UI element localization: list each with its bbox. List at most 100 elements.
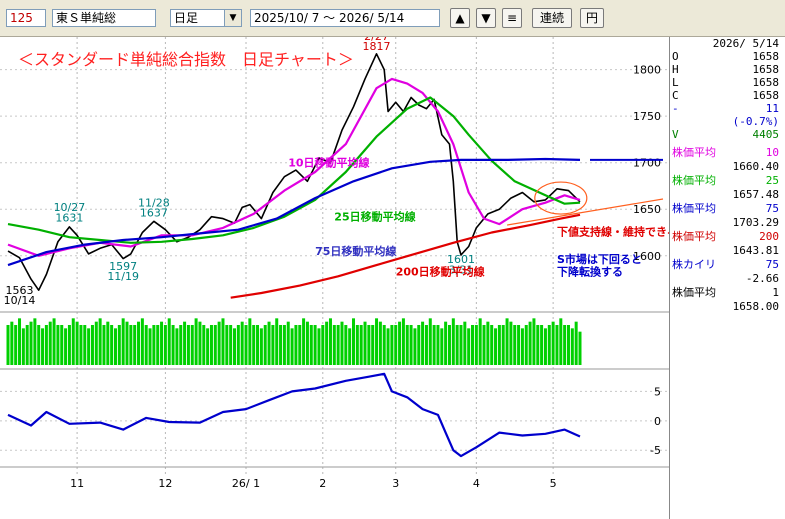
indicator-3-value-value: 1643.81	[732, 244, 779, 257]
volume-bar	[355, 325, 359, 365]
indicator-3-value: 1643.81	[670, 244, 785, 257]
volume-bar	[217, 321, 221, 365]
annotation-12: 10日移動平均線	[288, 155, 369, 169]
dev-tick--5: -5	[650, 444, 661, 457]
volume-bar	[33, 318, 37, 365]
menu-button[interactable]: ≡	[502, 8, 522, 28]
volume-bar	[574, 321, 578, 365]
date-range-field[interactable]: 2025/10/ 7 〜 2026/ 5/14	[250, 9, 440, 27]
volume-bar	[267, 321, 271, 365]
volume-bar	[570, 328, 574, 365]
toolbar: 125 東Ｓ単純総 日足 ▼ 2025/10/ 7 〜 2026/ 5/14 ▲…	[0, 0, 785, 37]
annotation-5: 1637	[140, 207, 168, 220]
volume-bar	[505, 318, 509, 365]
volume-bar	[463, 321, 467, 365]
annotation-17: S市場は下回ると	[557, 252, 642, 266]
volume-bar	[509, 321, 513, 365]
series-line-4	[230, 213, 581, 299]
volume-bar	[67, 325, 71, 365]
volume-bar	[494, 328, 498, 365]
continuous-button[interactable]: 連続	[532, 8, 572, 28]
indicator-5-value: 1658.00	[670, 300, 785, 313]
indicator-5-label: 株価平均	[672, 286, 716, 299]
period-select[interactable]: 日足 ▼	[170, 9, 242, 27]
y-tick-1750: 1750	[633, 110, 661, 123]
volume-bar	[225, 325, 229, 365]
scroll-up-button[interactable]: ▲	[450, 8, 470, 28]
volume-bar	[378, 321, 382, 365]
indicator-4-value: -2.66	[670, 272, 785, 285]
volume-bar	[305, 321, 309, 365]
volume-bar	[321, 325, 325, 365]
volume-bar	[566, 325, 570, 365]
indicator-4-value: 75	[765, 258, 779, 271]
panel-volume-value: 4405	[752, 128, 780, 141]
volume-bar	[348, 328, 352, 365]
yen-button[interactable]: 円	[580, 8, 604, 28]
volume-bar	[578, 331, 582, 365]
volume-bar	[313, 325, 317, 365]
volume-bar	[309, 325, 313, 365]
volume-bar	[125, 321, 129, 365]
volume-bar	[56, 325, 60, 365]
volume-bar	[156, 325, 160, 365]
volume-bar	[467, 328, 471, 365]
annotation-3: 1631	[55, 211, 83, 224]
volume-bar	[520, 328, 524, 365]
volume-bar	[10, 321, 14, 365]
volume-bar	[171, 325, 175, 365]
volume-bar	[536, 325, 540, 365]
volume-bar	[90, 325, 94, 365]
indicator-3-value: 200	[759, 230, 779, 243]
indicator-4: 株カイリ 75	[670, 257, 785, 272]
volume-bar	[302, 318, 306, 365]
volume-bar	[440, 328, 444, 365]
y-tick-1700: 1700	[633, 157, 661, 170]
volume-bar	[160, 321, 164, 365]
panel-o-value: 1658	[752, 50, 780, 63]
volume-bar	[41, 328, 45, 365]
volume-bar	[113, 328, 117, 365]
panel-c-label: C	[672, 89, 679, 102]
volume-bar	[336, 325, 340, 365]
indicator-4-label: 株カイリ	[672, 258, 716, 271]
volume-bar	[21, 328, 25, 365]
indicator-5-value-value: 1658.00	[732, 300, 779, 313]
panel-change-label: -	[672, 102, 679, 115]
indicator-1-value: 1657.48	[670, 188, 785, 201]
panel-change-value: 11	[765, 102, 779, 115]
volume-bar	[102, 325, 106, 365]
triangle-up-icon: ▲	[455, 11, 465, 25]
volume-bar	[256, 325, 260, 365]
name-field[interactable]: 東Ｓ単純総	[52, 9, 156, 27]
indicator-1-label: 株価平均	[672, 174, 716, 187]
chart-area[interactable]: 1600 1650 1700 1750 1800 5 0 -5 ＜スタンダード単純総合指数 日足…	[0, 37, 670, 519]
volume-bar	[490, 325, 494, 365]
annotation-18: 下降転換する	[557, 264, 623, 278]
indicator-1-value-value: 1657.48	[732, 188, 779, 201]
volume-bar	[344, 325, 348, 365]
volume-bar	[179, 325, 183, 365]
volume-bar	[394, 325, 398, 365]
volume-bar	[18, 318, 22, 365]
volume-bar	[14, 325, 18, 365]
volume-bar	[432, 325, 436, 365]
scroll-down-button[interactable]: ▼	[476, 8, 496, 28]
volume-bar	[252, 325, 256, 365]
volume-bar	[263, 325, 267, 365]
volume-bar	[275, 318, 279, 365]
panel-h-label: H	[672, 63, 679, 76]
volume-bar	[543, 328, 547, 365]
volume-bar	[60, 325, 64, 365]
panel-o-label: O	[672, 50, 679, 63]
volume-bar	[229, 325, 233, 365]
code-field[interactable]: 125	[6, 9, 46, 27]
volume-bar	[482, 325, 486, 365]
volume-bar	[382, 325, 386, 365]
volume-bar	[98, 318, 102, 365]
volume-bar	[444, 321, 448, 365]
volume-bar	[398, 321, 402, 365]
volume-bar	[198, 321, 202, 365]
volume-bar	[340, 321, 344, 365]
chevron-down-icon[interactable]: ▼	[224, 10, 241, 26]
